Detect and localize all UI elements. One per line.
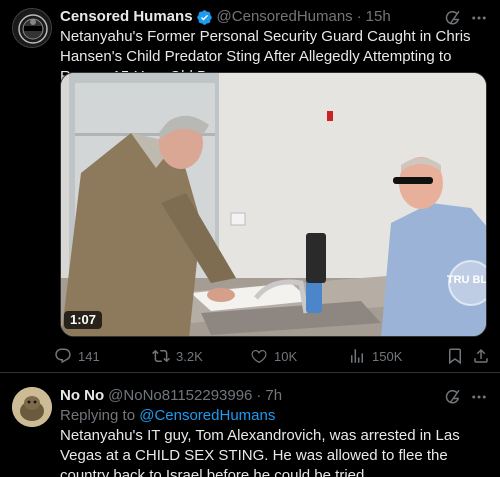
reply-icon bbox=[55, 348, 71, 364]
share-button[interactable] bbox=[472, 345, 496, 367]
video-frame: TRU BLU bbox=[61, 73, 487, 336]
reply-button[interactable]: 141 bbox=[54, 345, 100, 367]
verified-badge-icon bbox=[196, 9, 212, 25]
action-bar: 141 3.2K 10K 150K bbox=[54, 345, 494, 367]
grok-icon[interactable] bbox=[444, 9, 462, 27]
tweet-header: No No @NoNo81152293996 · 7h bbox=[60, 386, 282, 406]
avatar[interactable] bbox=[12, 8, 52, 48]
reply-tweet[interactable]: No No @NoNo81152293996 · 7h Replying to … bbox=[0, 372, 500, 477]
more-icon[interactable] bbox=[470, 388, 488, 406]
bookmark-button[interactable] bbox=[446, 345, 470, 367]
more-icon[interactable] bbox=[470, 9, 488, 27]
censored-humans-logo-icon bbox=[13, 9, 51, 47]
tweet-header: Censored Humans @CensoredHumans · 15h bbox=[60, 7, 391, 27]
like-count: 10K bbox=[274, 348, 298, 364]
replying-to: Replying to @CensoredHumans bbox=[60, 406, 275, 426]
dog-avatar-icon bbox=[12, 387, 52, 427]
handle[interactable]: @NoNo81152293996 bbox=[108, 386, 252, 406]
display-name[interactable]: No No bbox=[60, 386, 104, 406]
views-count: 150K bbox=[372, 348, 403, 364]
replying-to-label: Replying to bbox=[60, 407, 140, 424]
share-icon bbox=[474, 348, 488, 363]
separator-dot: · bbox=[256, 387, 262, 404]
repost-count: 3.2K bbox=[176, 348, 203, 364]
like-button[interactable]: 10K bbox=[250, 345, 297, 367]
avatar[interactable] bbox=[12, 387, 52, 427]
grok-icon[interactable] bbox=[444, 388, 462, 406]
repost-icon bbox=[152, 349, 170, 363]
like-icon bbox=[251, 349, 267, 364]
views-icon bbox=[351, 349, 363, 363]
video-player[interactable]: TRU BLU bbox=[60, 72, 487, 337]
replying-to-mention[interactable]: @CensoredHumans bbox=[139, 407, 275, 424]
bookmark-icon bbox=[449, 348, 461, 365]
repost-button[interactable]: 3.2K bbox=[152, 345, 203, 367]
video-watermark: TRU BLU bbox=[447, 274, 487, 286]
display-name[interactable]: Censored Humans bbox=[60, 7, 193, 27]
views-button[interactable]: 150K bbox=[348, 345, 402, 367]
timestamp[interactable]: 15h bbox=[366, 7, 391, 27]
tweet-text: Netanyahu's IT guy, Tom Alexandrovich, w… bbox=[60, 427, 460, 477]
reply-count: 141 bbox=[78, 348, 100, 364]
timestamp[interactable]: 7h bbox=[265, 386, 282, 406]
main-tweet[interactable]: Censored Humans @CensoredHumans · 15h Ne… bbox=[0, 0, 500, 372]
separator-dot: · bbox=[356, 8, 362, 25]
video-duration: 1:07 bbox=[64, 311, 103, 329]
handle[interactable]: @CensoredHumans bbox=[217, 7, 353, 27]
